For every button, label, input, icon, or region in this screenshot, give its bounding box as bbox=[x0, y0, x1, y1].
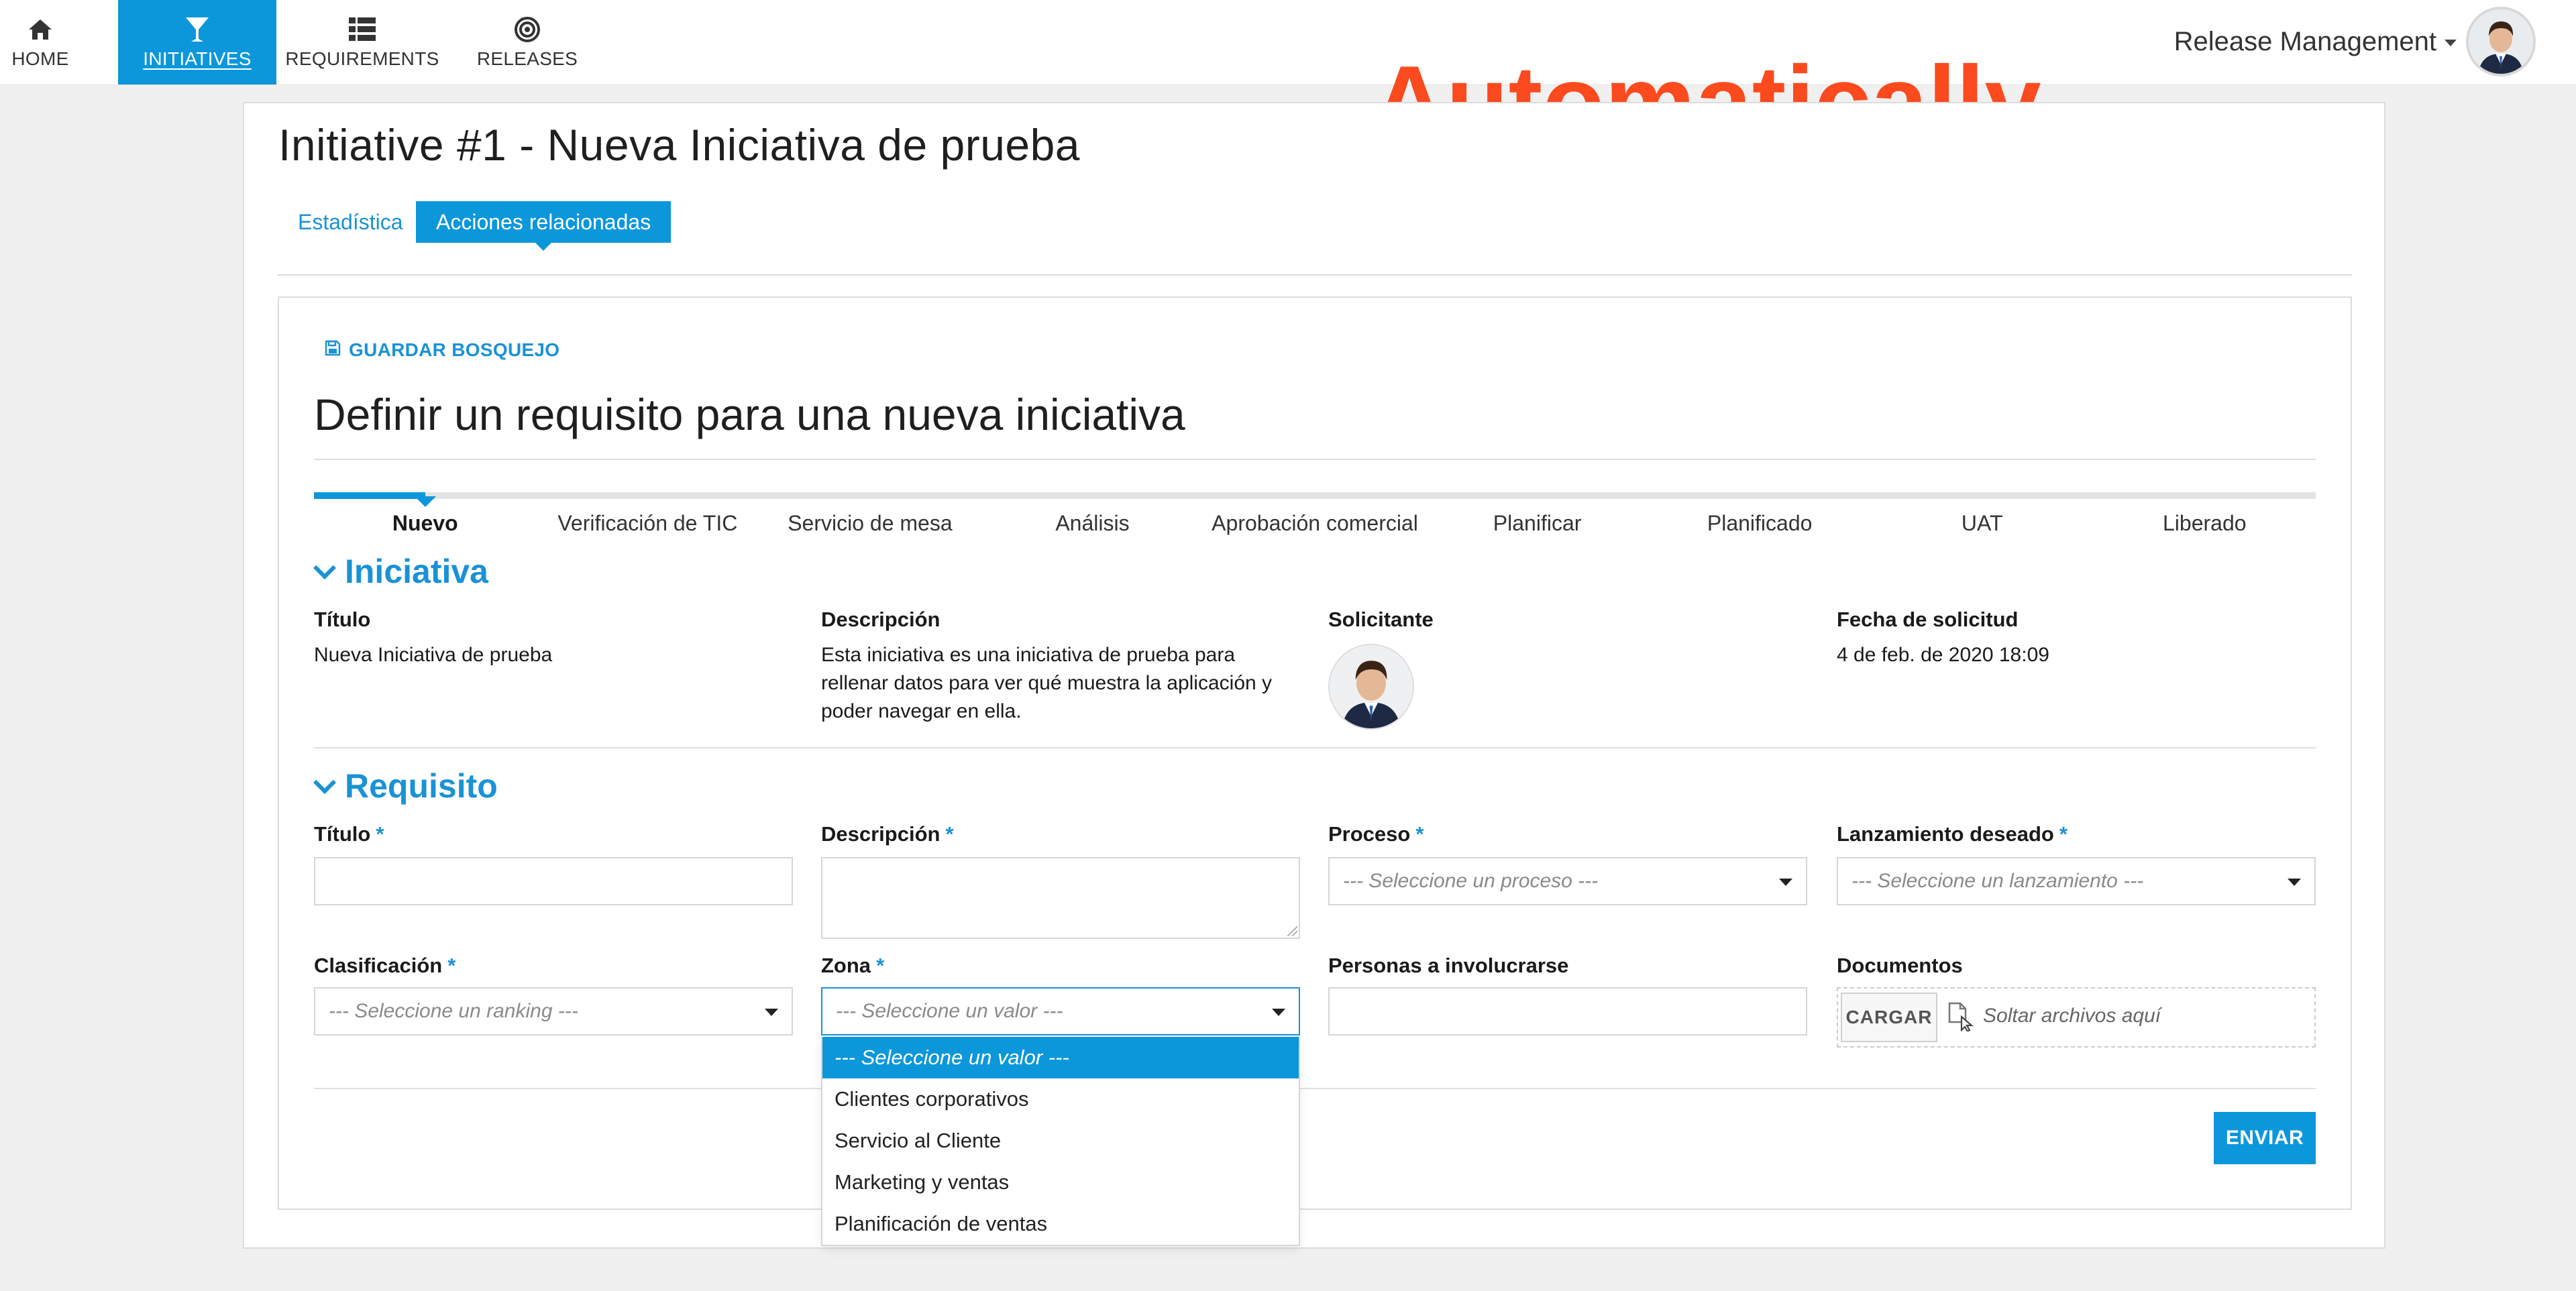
dropdown-arrow-icon bbox=[2288, 879, 2301, 886]
step-servicio-mesa[interactable]: Servicio de mesa bbox=[759, 511, 981, 543]
nav-releases[interactable]: RELEASES bbox=[470, 0, 585, 85]
section-iniciativa-header[interactable]: Iniciativa bbox=[313, 551, 488, 592]
list-icon bbox=[349, 15, 376, 44]
dropdown-arrow-icon bbox=[1272, 1009, 1285, 1016]
form-title-divider bbox=[314, 459, 2316, 460]
nav-home-label: HOME bbox=[11, 48, 69, 69]
zone-dropdown-list: --- Seleccione un valor --- Clientes cor… bbox=[821, 1037, 1300, 1246]
zone-select[interactable]: --- Seleccione un valor --- bbox=[821, 987, 1300, 1035]
required-asterisk: * bbox=[945, 822, 954, 846]
target-icon bbox=[514, 15, 541, 44]
step-aprobacion-comercial[interactable]: Aprobación comercial bbox=[1203, 511, 1426, 543]
nav-releases-label: RELEASES bbox=[476, 48, 578, 69]
chevron-down-icon bbox=[313, 557, 336, 579]
req-documents-label: Documentos bbox=[1837, 954, 1963, 977]
nav-requirements-label: REQUIREMENTS bbox=[285, 48, 439, 69]
step-planificado[interactable]: Planificado bbox=[1648, 511, 1871, 543]
funnel-icon bbox=[184, 15, 210, 44]
upload-button[interactable]: CARGAR bbox=[1841, 993, 1937, 1042]
requester-label: Solicitante bbox=[1328, 608, 1434, 631]
drop-files-hint: Soltar archivos aquí bbox=[1983, 1005, 2161, 1027]
workflow-progress-fill bbox=[314, 492, 425, 499]
form-footer-divider bbox=[314, 1088, 2316, 1089]
zone-option[interactable]: --- Seleccione un valor --- bbox=[822, 1037, 1299, 1078]
requester-avatar bbox=[1328, 644, 1414, 730]
step-planificar[interactable]: Planificar bbox=[1426, 511, 1649, 543]
step-liberado[interactable]: Liberado bbox=[2094, 511, 2316, 543]
zone-option[interactable]: Clientes corporativos bbox=[822, 1078, 1299, 1120]
zone-option[interactable]: Servicio al Cliente bbox=[822, 1120, 1299, 1162]
initiative-description-value: Esta iniciativa es una iniciativa de pru… bbox=[821, 644, 1273, 722]
chevron-down-icon bbox=[313, 771, 336, 794]
section-requisito-header[interactable]: Requisito bbox=[313, 766, 498, 806]
nav-requirements[interactable]: REQUIREMENTS bbox=[280, 0, 444, 85]
initiative-description-label: Descripción bbox=[821, 608, 941, 631]
user-menu-label: Release Management bbox=[2174, 26, 2436, 56]
release-select-placeholder: --- Seleccione un lanzamiento --- bbox=[1851, 870, 2144, 892]
tab-acciones-relacionadas[interactable]: Acciones relacionadas bbox=[416, 201, 672, 251]
form-title: Definir un requisito para una nueva inic… bbox=[314, 390, 1185, 439]
page-title: Initiative #1 - Nueva Iniciativa de prue… bbox=[278, 120, 1081, 170]
section-requisito-title: Requisito bbox=[345, 767, 498, 805]
req-description-textarea[interactable] bbox=[821, 857, 1300, 939]
user-menu[interactable]: Release Management bbox=[2174, 21, 2457, 62]
req-ranking-label: Clasificación * bbox=[314, 954, 456, 977]
req-title-label: Título * bbox=[314, 822, 384, 846]
top-navigation-bar: HOME INITIATIVES REQUIREMENTS RELEASES R bbox=[0, 0, 2576, 85]
home-icon bbox=[28, 15, 53, 44]
ranking-select[interactable]: --- Seleccione un ranking --- bbox=[314, 987, 793, 1035]
step-verificacion-tic[interactable]: Verificación de TIC bbox=[537, 511, 759, 543]
workflow-progress-track bbox=[314, 492, 2316, 499]
request-date-value: 4 de feb. de 2020 18:09 bbox=[1837, 644, 2049, 666]
initiative-title-value: Nueva Iniciativa de prueba bbox=[314, 644, 553, 666]
release-select[interactable]: --- Seleccione un lanzamiento --- bbox=[1837, 857, 2316, 905]
chevron-down-icon bbox=[2445, 40, 2457, 46]
resize-grip-icon[interactable] bbox=[1287, 925, 1297, 936]
dropdown-arrow-icon bbox=[1779, 879, 1792, 886]
step-uat[interactable]: UAT bbox=[1871, 511, 2094, 543]
floppy-disk-icon bbox=[325, 339, 341, 361]
request-date-label: Fecha de solicitud bbox=[1837, 608, 2019, 631]
ranking-select-placeholder: --- Seleccione un ranking --- bbox=[329, 1000, 578, 1022]
required-asterisk: * bbox=[1415, 822, 1424, 846]
workflow-steps: Nuevo Verificación de TIC Servicio de me… bbox=[314, 511, 2316, 543]
nav-initiatives[interactable]: INITIATIVES bbox=[118, 0, 276, 85]
file-drop-cursor-icon bbox=[1947, 1002, 1974, 1035]
current-step-marker-icon bbox=[414, 496, 436, 507]
req-release-label: Lanzamiento deseado * bbox=[1837, 822, 2068, 846]
required-asterisk: * bbox=[2059, 822, 2068, 846]
step-nuevo[interactable]: Nuevo bbox=[314, 511, 537, 543]
req-description-wrapper bbox=[821, 857, 1300, 939]
tab-estadistica[interactable]: Estadística bbox=[278, 201, 423, 243]
user-avatar[interactable] bbox=[2466, 7, 2536, 76]
section-iniciativa-title: Iniciativa bbox=[345, 553, 488, 590]
req-people-label: Personas a involucrarse bbox=[1328, 954, 1569, 977]
nav-home[interactable]: HOME bbox=[0, 0, 80, 85]
process-select-placeholder: --- Seleccione un proceso --- bbox=[1343, 870, 1599, 892]
tabs-divider bbox=[278, 274, 2352, 276]
zone-select-placeholder: --- Seleccione un valor --- bbox=[836, 1000, 1063, 1022]
save-draft-label: GUARDAR BOSQUEJO bbox=[349, 339, 560, 360]
req-zone-label: Zona * bbox=[821, 954, 885, 977]
zone-option[interactable]: Marketing y ventas bbox=[822, 1162, 1299, 1203]
required-asterisk: * bbox=[447, 954, 456, 977]
submit-button[interactable]: ENVIAR bbox=[2214, 1112, 2316, 1164]
save-draft-button[interactable]: GUARDAR BOSQUEJO bbox=[325, 338, 559, 362]
people-input[interactable] bbox=[1328, 987, 1807, 1035]
step-analisis[interactable]: Análisis bbox=[981, 511, 1204, 543]
req-process-label: Proceso * bbox=[1328, 822, 1424, 846]
process-select[interactable]: --- Seleccione un proceso --- bbox=[1328, 857, 1807, 905]
required-asterisk: * bbox=[876, 954, 885, 977]
dropdown-arrow-icon bbox=[765, 1009, 778, 1016]
req-description-label: Descripción * bbox=[821, 822, 954, 846]
initiative-title-label: Título bbox=[314, 608, 371, 631]
nav-initiatives-label: INITIATIVES bbox=[143, 48, 252, 69]
required-asterisk: * bbox=[376, 822, 384, 846]
zone-option[interactable]: Planificación de ventas bbox=[822, 1203, 1299, 1245]
req-title-input[interactable] bbox=[314, 857, 793, 905]
section-divider bbox=[314, 747, 2316, 748]
